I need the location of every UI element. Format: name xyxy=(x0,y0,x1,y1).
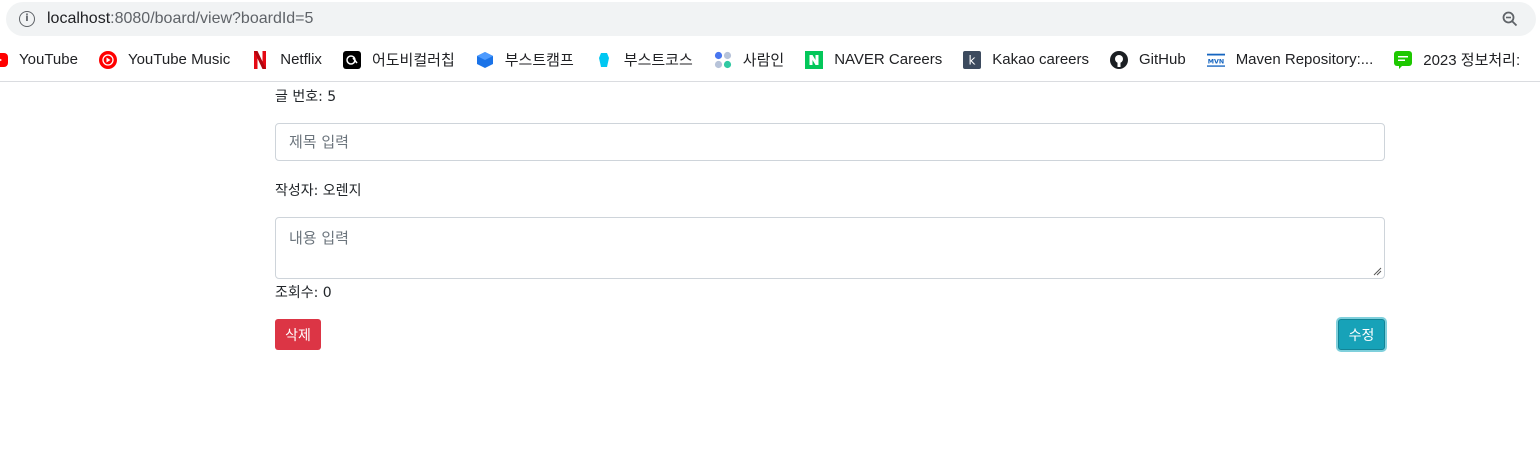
svg-text:k: k xyxy=(969,53,976,67)
view-count: 조회수: 0 xyxy=(275,285,332,301)
content-placeholder: 내용 입력 xyxy=(289,229,349,247)
bookmarks-bar: YouTube YouTube Music Netflix 어도비컬러칩 부스트… xyxy=(0,38,1540,82)
bookmark-adobe-color[interactable]: 어도비컬러칩 xyxy=(342,49,455,70)
board-id: 글 번호: 5 xyxy=(275,89,337,105)
bookmark-label: Kakao careers xyxy=(992,51,1089,68)
bookmark-label: YouTube Music xyxy=(127,51,231,68)
bookmark-netflix[interactable]: Netflix xyxy=(251,50,322,69)
bookmark-github[interactable]: GitHub xyxy=(1110,50,1186,69)
bookmark-label: GitHub xyxy=(1139,51,1186,68)
bookmark-youtube-music[interactable]: YouTube Music xyxy=(98,50,231,69)
resize-handle-icon[interactable] xyxy=(1373,267,1382,276)
bookmark-label: YouTube xyxy=(19,51,78,68)
bookmark-boostcamp[interactable]: 부스트캠프 xyxy=(476,49,574,70)
bookmark-info-processing[interactable]: 2023 정보처리: xyxy=(1394,49,1520,70)
edit-button[interactable]: 수정 xyxy=(1338,319,1385,350)
naver-icon xyxy=(805,50,824,69)
content-textarea[interactable]: 내용 입력 xyxy=(275,217,1385,279)
svg-text:MVN: MVN xyxy=(1207,58,1223,65)
boostcamp-icon xyxy=(476,51,494,69)
boostcourse-icon xyxy=(595,51,613,69)
maven-icon: MVN xyxy=(1206,51,1225,69)
bookmark-saramin[interactable]: 사람인 xyxy=(714,49,784,70)
saramin-icon xyxy=(714,51,732,69)
zoom-icon[interactable] xyxy=(1502,11,1518,27)
bookmark-label: 어도비컬러칩 xyxy=(371,52,455,69)
netflix-icon xyxy=(251,50,269,69)
github-icon xyxy=(1110,50,1128,69)
author: 작성자: 오렌지 xyxy=(275,183,362,199)
bookmark-label: 부스트캠프 xyxy=(504,52,574,69)
bookmark-label: 부스트코스 xyxy=(623,52,693,69)
bookmark-label: NAVER Careers xyxy=(834,51,943,68)
bookmark-label: 사람인 xyxy=(742,52,785,69)
board-view: 글 번호: 5 제목 입력 작성자: 오렌지 내용 입력 조회수: 0 삭제 수… xyxy=(0,82,1540,460)
bookmark-naver-careers[interactable]: NAVER Careers xyxy=(805,50,943,69)
address-row: i localhost:8080/board/view?boardId=5 xyxy=(0,0,1540,38)
chat-icon xyxy=(1394,50,1413,69)
youtube-music-icon xyxy=(98,50,117,69)
bookmark-kakao-careers[interactable]: k Kakao careers xyxy=(963,50,1089,69)
kakao-icon: k xyxy=(963,50,982,69)
url-host: localhost xyxy=(47,10,111,27)
browser-chrome: i localhost:8080/board/view?boardId=5 Yo… xyxy=(0,0,1540,82)
delete-button[interactable]: 삭제 xyxy=(275,319,321,350)
bookmark-label: 2023 정보처리: xyxy=(1423,52,1521,69)
address-bar[interactable]: i localhost:8080/board/view?boardId=5 xyxy=(6,2,1536,36)
youtube-icon xyxy=(0,51,8,69)
bookmark-youtube[interactable]: YouTube xyxy=(0,51,78,69)
info-icon[interactable]: i xyxy=(19,11,35,27)
bookmark-boostcourse[interactable]: 부스트코스 xyxy=(595,49,693,70)
url-path: :8080/board/view?boardId=5 xyxy=(110,10,314,27)
url-text[interactable]: localhost:8080/board/view?boardId=5 xyxy=(47,10,313,28)
bookmark-maven[interactable]: MVN Maven Repository:... xyxy=(1206,51,1374,69)
title-input[interactable]: 제목 입력 xyxy=(275,123,1385,161)
adobe-color-icon xyxy=(342,50,361,69)
bookmark-label: Maven Repository:... xyxy=(1235,51,1374,68)
bookmark-label: Netflix xyxy=(280,51,322,68)
title-placeholder: 제목 입력 xyxy=(289,133,349,151)
